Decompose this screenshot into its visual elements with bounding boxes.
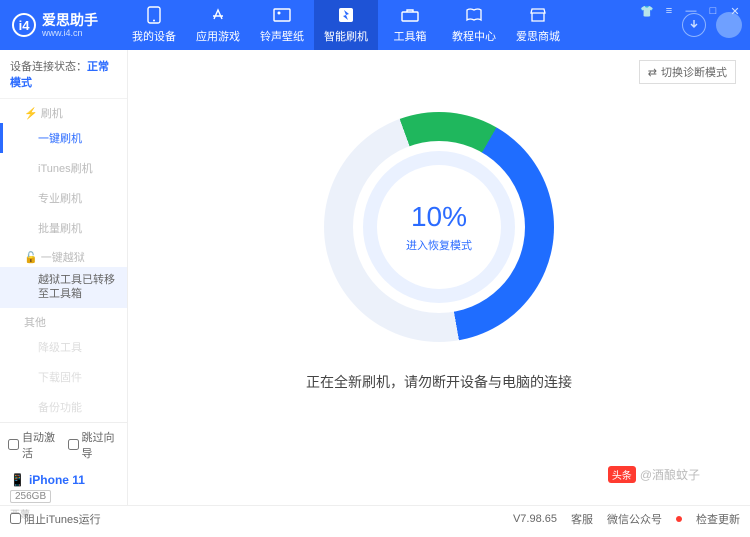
top-nav: 我的设备 应用游戏 铃声壁纸 智能刷机 工具箱 教程中心 爱思商城 bbox=[122, 0, 672, 50]
main-content: ⇄ 切换诊断模式 10% 进入恢复模式 正在全新刷机，请勿断开设备与电脑的连接 … bbox=[128, 50, 750, 505]
brand-logo: i4 爱思助手 www.i4.cn bbox=[12, 13, 122, 38]
appstore-icon bbox=[209, 6, 227, 24]
nav-label: 工具箱 bbox=[394, 28, 427, 44]
footer-link-check-update[interactable]: 检查更新 bbox=[696, 511, 740, 527]
logo-badge-icon: i4 bbox=[12, 13, 36, 37]
close-icon[interactable]: ✕ bbox=[728, 4, 742, 18]
auto-activate-checkbox[interactable]: 自动激活 bbox=[8, 429, 60, 461]
phone-small-icon: 📱 bbox=[10, 473, 25, 487]
progress-percent: 10% bbox=[411, 201, 467, 233]
nav-label: 铃声壁纸 bbox=[260, 28, 304, 44]
minimize-icon[interactable]: — bbox=[684, 4, 698, 18]
watermark: 头条 @酒酿蚊子 bbox=[608, 466, 700, 483]
sidebar-item-download-firmware[interactable]: 下载固件 bbox=[0, 362, 127, 392]
image-icon bbox=[273, 6, 291, 24]
brand-site: www.i4.cn bbox=[42, 29, 98, 38]
update-dot-icon bbox=[676, 516, 682, 522]
nav-my-device[interactable]: 我的设备 bbox=[122, 0, 186, 50]
menu-icon[interactable]: ≡ bbox=[662, 4, 676, 18]
phone-icon bbox=[145, 6, 163, 24]
flash-icon bbox=[337, 6, 355, 24]
progress-ring: 10% 进入恢复模式 bbox=[324, 112, 554, 342]
book-icon bbox=[465, 6, 483, 24]
nav-label: 我的设备 bbox=[132, 28, 176, 44]
connection-status: 设备连接状态：正常模式 bbox=[0, 50, 127, 99]
footer-link-support[interactable]: 客服 bbox=[571, 511, 593, 527]
flash-group-icon: ⚡ bbox=[24, 108, 38, 120]
device-capacity: 256GB bbox=[10, 490, 51, 503]
sidebar-item-batch-flash[interactable]: 批量刷机 bbox=[0, 213, 127, 243]
switch-diagnostic-mode-button[interactable]: ⇄ 切换诊断模式 bbox=[639, 60, 736, 84]
store-icon bbox=[529, 6, 547, 24]
swap-icon: ⇄ bbox=[648, 66, 657, 79]
version-label: V7.98.65 bbox=[513, 513, 557, 525]
skin-icon[interactable]: 👕 bbox=[640, 4, 654, 18]
nav-apps-games[interactable]: 应用游戏 bbox=[186, 0, 250, 50]
lock-icon: 🔓 bbox=[24, 252, 38, 264]
footer-link-wechat[interactable]: 微信公众号 bbox=[607, 511, 662, 527]
sidebar-item-downgrade[interactable]: 降级工具 bbox=[0, 332, 127, 362]
sidebar-item-one-click-flash[interactable]: 一键刷机 bbox=[0, 123, 127, 153]
brand-name: 爱思助手 bbox=[42, 13, 98, 27]
skip-guide-checkbox[interactable]: 跳过向导 bbox=[68, 429, 120, 461]
maximize-icon[interactable]: □ bbox=[706, 4, 720, 18]
nav-label: 教程中心 bbox=[452, 28, 496, 44]
nav-toolbox[interactable]: 工具箱 bbox=[378, 0, 442, 50]
status-message: 正在全新刷机，请勿断开设备与电脑的连接 bbox=[306, 372, 572, 392]
sidebar-group-other: 其他 bbox=[0, 308, 127, 332]
sidebar-item-pro-flash[interactable]: 专业刷机 bbox=[0, 183, 127, 213]
nav-label: 智能刷机 bbox=[324, 28, 368, 44]
nav-ringtones-wallpapers[interactable]: 铃声壁纸 bbox=[250, 0, 314, 50]
progress-sub-label: 进入恢复模式 bbox=[406, 237, 472, 253]
sidebar-item-itunes-flash[interactable]: iTunes刷机 bbox=[0, 153, 127, 183]
sidebar-jailbreak-note[interactable]: 越狱工具已转移至工具箱 bbox=[0, 267, 127, 308]
nav-label: 应用游戏 bbox=[196, 28, 240, 44]
sidebar-group-jailbreak: 🔓一键越狱 bbox=[0, 243, 127, 267]
nav-label: 爱思商城 bbox=[516, 28, 560, 44]
toolbox-icon bbox=[401, 6, 419, 24]
sidebar-item-backup[interactable]: 备份功能 bbox=[0, 392, 127, 422]
nav-store[interactable]: 爱思商城 bbox=[506, 0, 570, 50]
nav-smart-flash[interactable]: 智能刷机 bbox=[314, 0, 378, 50]
nav-tutorials[interactable]: 教程中心 bbox=[442, 0, 506, 50]
sidebar-group-flash: ⚡刷机 bbox=[0, 99, 127, 123]
sidebar: 设备连接状态：正常模式 ⚡刷机 一键刷机 iTunes刷机 专业刷机 批量刷机 … bbox=[0, 50, 128, 505]
block-itunes-checkbox[interactable]: 阻止iTunes运行 bbox=[10, 511, 101, 527]
